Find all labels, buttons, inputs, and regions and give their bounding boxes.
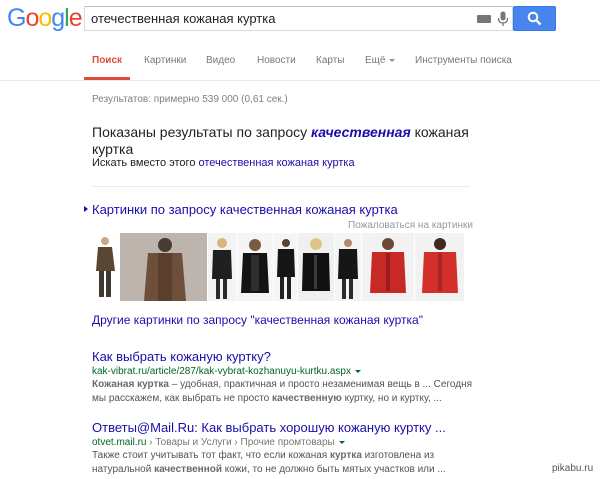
microphone-icon[interactable] <box>497 11 509 27</box>
active-tab-indicator <box>84 77 130 80</box>
image-thumbnail-9[interactable] <box>415 233 464 301</box>
image-thumbnail-6[interactable] <box>298 233 334 301</box>
image-thumbnail-8[interactable] <box>362 233 414 301</box>
image-thumbnail-3-art <box>212 238 232 299</box>
snippet-text: изготовлена из <box>361 450 435 461</box>
result-url: otvet.mail.ru › Товары и Услуги › Прочие… <box>92 437 472 448</box>
image-thumbnail-7[interactable] <box>335 233 361 301</box>
report-images-link[interactable]: Пожаловаться на картинки <box>348 220 473 231</box>
original-query-link[interactable]: отечественная кожаная куртка <box>199 157 355 169</box>
image-thumbnail-1[interactable] <box>92 233 119 301</box>
snippet-bold: качественную <box>272 393 342 404</box>
image-thumbnail-4[interactable] <box>237 233 273 301</box>
spelling-correction: Показаны результаты по запросу качествен… <box>92 124 472 158</box>
snippet-bold: Кожаная куртка <box>92 379 169 390</box>
search-instead: Искать вместо этого отечественная кожана… <box>92 157 355 169</box>
chevron-down-icon <box>389 58 396 62</box>
image-thumbnail-3[interactable] <box>208 233 236 301</box>
snippet-text: кожи, то не должно быть мятых участков и… <box>222 464 446 475</box>
magnifier-icon <box>527 11 542 26</box>
snippet-bold: качественной <box>154 464 222 475</box>
image-thumbnail-2[interactable] <box>120 233 207 301</box>
result-snippet: мы расскажем, как выбрать не просто каче… <box>92 392 472 405</box>
snippet-bold: куртка <box>330 450 362 461</box>
keyboard-icon[interactable] <box>477 15 491 23</box>
snippet-text: куртку, но и куртку, ... <box>341 393 442 404</box>
logo-letter: o <box>25 4 39 32</box>
result-url-text: otvet.mail.ru <box>92 437 147 448</box>
snippet-text: мы расскажем, как выбрать не просто <box>92 393 273 404</box>
search-result-1: Как выбрать кожаную куртку? kak-vibrat.r… <box>92 349 472 405</box>
image-thumbnail-4-art <box>241 239 269 293</box>
triangle-bullet-icon <box>84 206 88 212</box>
logo-text: Google <box>7 4 83 33</box>
result-url: kak-vibrat.ru/article/287/kak-vybrat-koz… <box>92 366 472 377</box>
search-input[interactable]: отечественная кожаная куртка <box>84 6 513 31</box>
tab-maps[interactable]: Карты <box>316 55 345 66</box>
image-thumbnail-9-art <box>422 238 458 293</box>
result-title-link[interactable]: Ответы@Mail.Ru: Как выбрать хорошую кожа… <box>92 420 472 435</box>
tab-more-label: Ещё <box>365 55 386 66</box>
image-strip <box>92 233 464 301</box>
image-thumbnail-5[interactable] <box>274 233 297 301</box>
watermark: pikabu.ru <box>552 463 594 474</box>
result-stats: Результатов: примерно 539 000 (0,61 сек.… <box>92 94 288 105</box>
corrected-word-link[interactable]: качественная <box>311 124 411 140</box>
tab-search[interactable]: Поиск <box>92 55 122 66</box>
divider <box>92 186 470 187</box>
result-snippet: натуральной качественной кожи, то не дол… <box>92 463 472 476</box>
chevron-down-icon[interactable] <box>338 440 345 444</box>
images-block-title[interactable]: Картинки по запросу качественная кожаная… <box>92 202 398 217</box>
showing-prefix: Показаны результаты по запросу <box>92 124 308 140</box>
logo-letter: o <box>38 4 52 32</box>
image-thumbnail-1-art <box>96 237 115 297</box>
snippet-text: – удобная, практичная и просто незаменим… <box>168 379 472 390</box>
logo-letter: g <box>51 4 65 32</box>
snippet-text: натуральной <box>92 464 155 475</box>
result-url-text: kak-vibrat.ru/article/287/kak-vybrat-koz… <box>92 366 351 377</box>
tab-more[interactable]: Ещё <box>365 55 396 66</box>
logo-letter: G <box>7 4 26 32</box>
search-query: отечественная кожаная куртка <box>91 11 276 26</box>
result-snippet: Также стоит учитывать тот факт, что если… <box>92 449 472 462</box>
search-tabs: Поиск Картинки Видео Новости Карты Ещё И… <box>0 44 600 81</box>
image-thumbnail-8-art <box>370 238 406 293</box>
result-snippet: Кожаная куртка – удобная, практичная и п… <box>92 378 472 391</box>
tab-video[interactable]: Видео <box>206 55 235 66</box>
more-images-link[interactable]: Другие картинки по запросу "качественная… <box>92 313 423 327</box>
tab-search-tools[interactable]: Инструменты поиска <box>415 55 512 66</box>
search-result-2: Ответы@Mail.Ru: Как выбрать хорошую кожа… <box>92 420 472 476</box>
result-breadcrumb[interactable]: › Товары и Услуги › Прочие промтовары <box>146 437 334 448</box>
snippet-text: Также стоит учитывать тот факт, что если… <box>92 450 330 461</box>
google-logo[interactable]: Google <box>7 4 83 33</box>
chevron-down-icon[interactable] <box>355 369 361 373</box>
result-title-link[interactable]: Как выбрать кожаную куртку? <box>92 349 472 364</box>
tab-images[interactable]: Картинки <box>144 55 186 66</box>
logo-letter: e <box>68 4 83 32</box>
image-thumbnail-7-art <box>338 239 358 299</box>
search-button[interactable] <box>513 6 556 31</box>
image-thumbnail-5-art <box>277 239 295 299</box>
image-thumbnail-6-art <box>302 238 330 291</box>
header: Google отечественная кожаная куртка <box>0 0 600 42</box>
instead-prefix: Искать вместо этого <box>92 157 196 169</box>
tab-news[interactable]: Новости <box>257 55 296 66</box>
image-thumbnail-2-art <box>120 233 207 301</box>
